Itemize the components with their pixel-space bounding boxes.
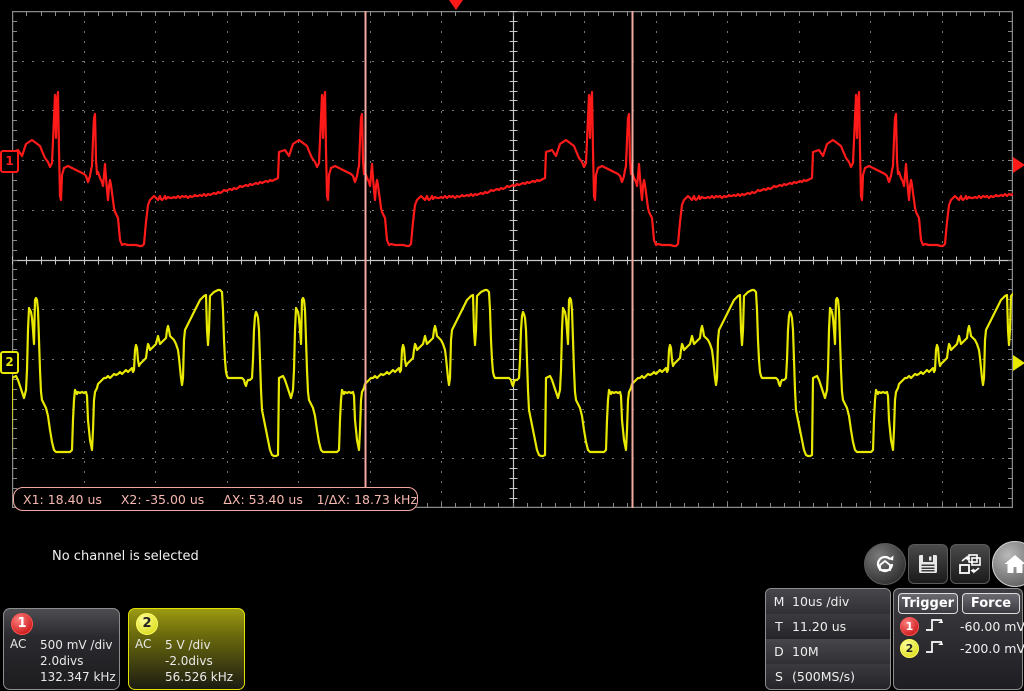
timebase-key-m: M xyxy=(773,594,785,609)
trigger-source-1-row[interactable]: 1 -60.00 mV xyxy=(900,615,1024,637)
rising-edge-icon xyxy=(925,640,947,657)
timebase-row-samplerate[interactable]: S (500MS/s) xyxy=(766,664,890,689)
timebase-key-d: D xyxy=(774,644,784,659)
oscilloscope-display[interactable] xyxy=(12,11,1013,508)
copy-paste-button[interactable] xyxy=(950,544,990,584)
cursor-delta-x-value: ΔX: 53.40 us xyxy=(223,491,303,507)
timebase-panel[interactable]: M 10us /div T 11.20 us D 10M S (500MS/s) xyxy=(765,588,891,690)
home-icon xyxy=(1004,555,1024,573)
channel-2-coupling: AC xyxy=(135,637,152,651)
timebase-value-t: 11.20 us xyxy=(792,619,847,634)
force-trigger-button[interactable]: Force xyxy=(962,593,1020,614)
cursor-inverse-delta-x-value: 1/ΔX: 18.73 kHz xyxy=(316,491,417,507)
channel-2-scale: 5 V /div xyxy=(165,638,211,652)
trigger-source-2-row[interactable]: 2 -200.0 mV xyxy=(900,637,1024,659)
channel-2-card[interactable]: 2 AC 5 V /div -2.0divs 56.526 kHz xyxy=(128,608,245,690)
channel-1-card[interactable]: 1 AC 500 mV /div 2.0divs 132.347 kHz xyxy=(3,608,120,690)
home-button[interactable] xyxy=(992,541,1024,587)
trigger-source-2-level: -200.0 mV xyxy=(960,640,1024,656)
timebase-key-s: S xyxy=(775,669,783,684)
timebase-value-m: 10us /div xyxy=(792,594,850,609)
toolbar xyxy=(864,541,1024,587)
trigger-menu-button[interactable]: Trigger xyxy=(898,593,958,614)
channel-2-trigger-level-arrow[interactable] xyxy=(1013,355,1024,371)
trigger-position-marker[interactable] xyxy=(449,0,463,10)
status-message: No channel is selected xyxy=(52,549,199,564)
rising-edge-icon xyxy=(925,618,947,635)
timebase-value-s: (500MS/s) xyxy=(792,669,856,684)
trigger-source-1-level: -60.00 mV xyxy=(960,618,1024,634)
cursor-readout-bar[interactable]: X1: 18.40 us X2: -35.00 us ΔX: 53.40 us … xyxy=(13,487,418,511)
channel-2-position-marker[interactable]: 2 xyxy=(0,351,19,374)
cursor-x2-value: X2: -35.00 us xyxy=(120,491,205,507)
autoscale-icon xyxy=(876,555,894,573)
channel-1-coupling: AC xyxy=(10,637,27,651)
trigger-source-1-badge: 1 xyxy=(900,616,919,636)
channel-2-frequency: 56.526 kHz xyxy=(165,670,234,684)
timebase-value-d: 10M xyxy=(792,644,819,659)
channel-1-offset: 2.0divs xyxy=(40,654,84,668)
timebase-row-main[interactable]: M 10us /div xyxy=(766,589,890,614)
trigger-source-2-badge: 2 xyxy=(900,638,919,658)
timebase-row-delay[interactable]: T 11.20 us xyxy=(766,614,890,639)
channel-1-trigger-level-arrow[interactable] xyxy=(1013,157,1024,173)
timebase-row-depth[interactable]: D 10M xyxy=(766,639,890,664)
channel-1-scale: 500 mV /div xyxy=(40,638,113,652)
save-button[interactable] xyxy=(908,544,948,584)
channel-1-badge: 1 xyxy=(11,613,33,635)
channel-1-frequency: 132.347 kHz xyxy=(40,670,116,684)
copy-paste-icon xyxy=(959,554,981,574)
channel-2-offset: -2.0divs xyxy=(165,654,213,668)
trigger-panel[interactable]: Trigger Force 1 -60.00 mV 2 -200.0 mV xyxy=(893,588,1024,690)
waveform-canvas xyxy=(12,11,1013,508)
save-icon xyxy=(919,555,937,573)
timebase-key-t: T xyxy=(775,619,783,634)
channel-1-position-marker[interactable]: 1 xyxy=(0,150,19,173)
cursor-x1-value: X1: 18.40 us xyxy=(23,491,102,507)
autoscale-button[interactable] xyxy=(864,543,906,585)
channel-2-badge: 2 xyxy=(136,613,158,635)
